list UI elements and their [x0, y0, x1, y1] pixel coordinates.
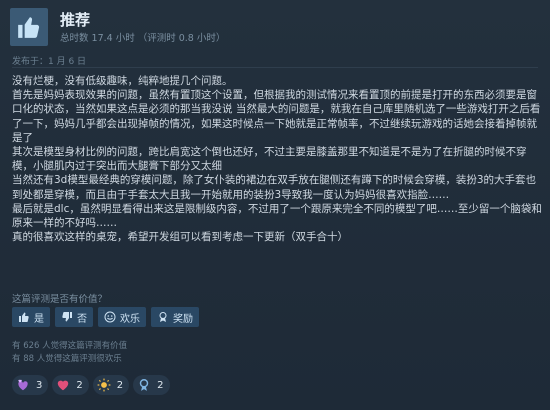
- award-count: 3: [36, 379, 43, 391]
- vote-yes-button[interactable]: 是: [12, 307, 50, 327]
- vote-yes-label: 是: [34, 313, 44, 325]
- ribbon-award-icon: [137, 378, 151, 392]
- thumbs-down-icon: [62, 312, 72, 322]
- vote-buttons: 是 否 欢乐 奖励: [12, 307, 199, 327]
- thumbs-up-icon: [10, 8, 48, 46]
- vote-funny-label: 欢乐: [120, 313, 140, 325]
- heart-award-icon: [56, 378, 70, 392]
- review-line: 首先是妈妈表现效果的问题，虽然有置顶这个设置，但根据我的测试情况来看置顶的前提是…: [12, 89, 541, 144]
- review-title: 推荐: [60, 11, 91, 29]
- smiley-icon: [104, 311, 116, 323]
- thumbs-up-icon: [19, 312, 29, 322]
- award-count: 2: [157, 379, 164, 391]
- award-hearts[interactable]: 3: [12, 375, 49, 395]
- review-body: 没有烂梗，没有低级趣味，纯粹地提几个问题。 首先是妈妈表现效果的问题，虽然有置顶…: [12, 74, 542, 244]
- award-ribbon[interactable]: 2: [133, 375, 170, 395]
- posted-date: 发布于：1 月 6 日: [12, 57, 87, 67]
- helpful-question: 这篇评测是否有价值？: [12, 294, 108, 305]
- award-label: 奖励: [173, 313, 193, 325]
- funny-count: 有 88 人觉得这篇评测很欢乐: [12, 354, 122, 364]
- helpful-count: 有 626 人觉得这篇评测有价值: [12, 341, 128, 351]
- review-header: 推荐 总时数 17.4 小时 （评测时 0.8 小时）: [10, 8, 540, 46]
- review-line: 其次是模型身材比例的问题，跨比肩宽这个倒也还好，不过主要是膝盖那里不知道是不是为…: [12, 146, 527, 173]
- hearts-award-icon: [16, 378, 30, 392]
- review-line: 真的很喜欢这样的桌宠，希望开发组可以看到考虑一下更新（双手合十）: [12, 231, 348, 244]
- review-card: 推荐 总时数 17.4 小时 （评测时 0.8 小时） 发布于：1 月 6 日 …: [0, 0, 550, 410]
- review-line: 当然还有3d模型最经典的穿模问题，除了女仆装的裙边在双手放在腿侧还有蹲下的时候会…: [12, 174, 537, 201]
- vote-funny-button[interactable]: 欢乐: [98, 307, 146, 327]
- hours-played: 总时数 17.4 小时 （评测时 0.8 小时）: [60, 33, 226, 44]
- review-line: 最后就是dlc，虽然明显看得出来这是限制级内容，不过用了一个跟原来完全不同的模型…: [12, 202, 542, 230]
- award-button[interactable]: 奖励: [151, 307, 199, 327]
- divider: [12, 67, 538, 68]
- award-heart[interactable]: 2: [52, 375, 89, 395]
- awards-row: 3 2 2 2: [12, 375, 170, 397]
- award-sun[interactable]: 2: [92, 375, 130, 395]
- award-count: 2: [116, 379, 124, 391]
- award-count: 2: [76, 379, 83, 391]
- vote-no-label: 否: [77, 313, 87, 325]
- review-line: 没有烂梗，没有低级趣味，纯粹地提几个问题。: [12, 75, 233, 87]
- vote-no-button[interactable]: 否: [55, 307, 93, 327]
- sun-award-icon: [97, 378, 111, 392]
- award-icon: [159, 312, 167, 322]
